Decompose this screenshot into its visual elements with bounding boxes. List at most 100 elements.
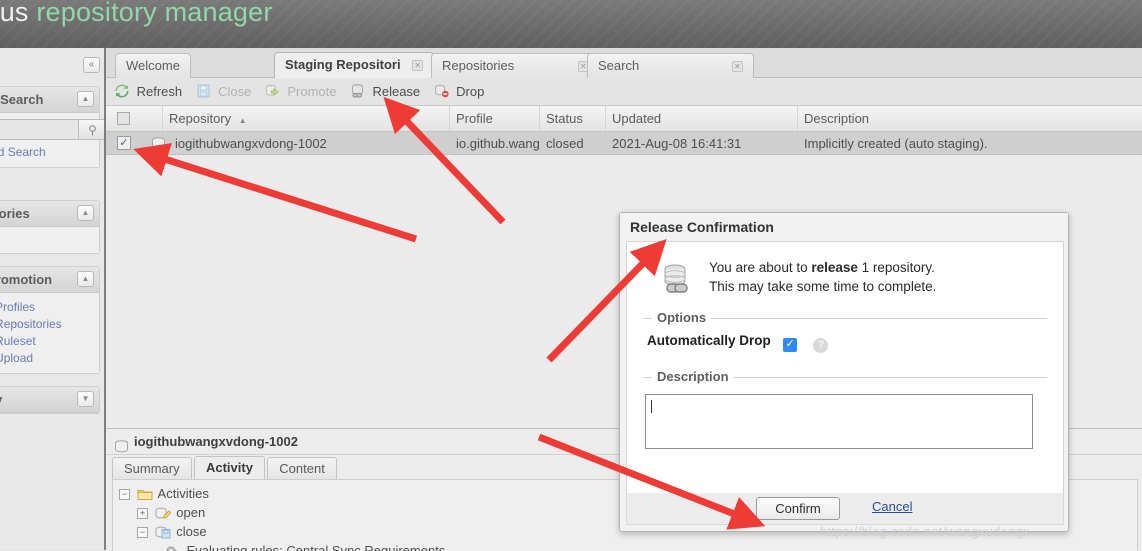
release-icon — [350, 83, 366, 99]
tab-activity[interactable]: Activity — [193, 456, 265, 480]
folder-icon — [137, 487, 153, 501]
cell-repository: iogithubwangxvdong-1002 — [175, 136, 327, 151]
sidebar-panel-body — [0, 227, 99, 253]
sidebar-panel-repositories: Repositories ▲ — [0, 200, 100, 254]
sidebar-panel-body: Staging Profiles Staging Repositories St… — [0, 293, 99, 373]
drop-label: Drop — [456, 84, 485, 99]
cancel-link[interactable]: Cancel — [872, 499, 912, 514]
dialog-message: You are about to release 1 repository. T… — [709, 258, 936, 296]
sidebar-panel-security: Security ▼ — [0, 386, 100, 414]
dialog-message-line1: You are about to release 1 repository. — [709, 258, 936, 277]
artifact-search-input[interactable] — [0, 119, 79, 140]
drop-button[interactable]: Drop — [434, 82, 490, 102]
grid-header-profile[interactable]: Profile — [450, 106, 540, 131]
cell-updated: 2021-Aug-08 16:41:31 — [612, 136, 742, 151]
expand-down-icon[interactable]: ▼ — [77, 391, 94, 407]
refresh-button[interactable]: Refresh — [114, 82, 187, 102]
tree-node-label: open — [176, 505, 206, 520]
cell-description: Implicitly created (auto staging). — [804, 136, 988, 151]
close-label: Close — [218, 84, 252, 99]
close-activity-icon — [155, 525, 171, 539]
tab-bar: Welcome Staging Repositori ✕ Repositorie… — [106, 48, 1142, 78]
dialog-footer: Confirm Cancel — [626, 493, 1064, 525]
detail-title-label: iogithubwangxvdong-1002 — [134, 434, 298, 449]
sidebar-item-staging-profiles[interactable]: Staging Profiles — [0, 299, 91, 316]
tab-welcome[interactable]: Welcome — [115, 53, 191, 78]
brand-prefix: xus — [0, 0, 29, 27]
sidebar-panel-body: ⚲ Advanced Search — [0, 113, 104, 167]
grid-header-status[interactable]: Status — [540, 106, 606, 131]
row-checkbox[interactable]: ✓ — [117, 136, 131, 150]
collapse-up-icon[interactable]: ▲ — [77, 91, 94, 107]
promote-button[interactable]: Promote — [265, 82, 342, 102]
sidebar-panel-title: Repositories — [0, 206, 30, 221]
grid-header-row: Repository ▲ Profile Status Updated Desc… — [106, 106, 1142, 132]
collapse-up-icon[interactable]: ▲ — [77, 205, 94, 221]
detail-tab-bar: Summary Activity Content — [112, 456, 337, 481]
collapse-up-icon[interactable]: ▲ — [77, 271, 94, 287]
sidebar-item-staging-repositories[interactable]: Staging Repositories — [0, 316, 91, 333]
refresh-icon — [114, 83, 130, 99]
app-brand: xus repository manager — [0, 0, 273, 28]
grid-header-select-all[interactable] — [106, 106, 163, 131]
sidebar-panel-header[interactable]: Build Promotion ▲ — [0, 267, 99, 293]
options-box: Automatically Drop ✓ ? — [643, 318, 1047, 365]
auto-drop-checkbox[interactable]: ✓ — [783, 338, 798, 352]
search-icon[interactable]: ⚲ — [79, 119, 104, 140]
description-textarea[interactable] — [645, 394, 1033, 449]
open-activity-icon — [155, 506, 172, 520]
grid-header-label: Repository — [169, 111, 232, 126]
sidebar-panel-build-promotion: Build Promotion ▲ Staging Profiles Stagi… — [0, 266, 100, 374]
close-icon[interactable]: ✕ — [731, 61, 743, 73]
release-button[interactable]: Release — [350, 82, 425, 102]
release-label: Release — [372, 84, 421, 99]
close-button[interactable]: Close — [196, 82, 257, 102]
drop-icon — [434, 83, 450, 99]
sidebar-panel-header[interactable]: Security ▼ — [0, 387, 99, 413]
promote-icon — [265, 83, 281, 99]
repository-icon — [114, 436, 129, 453]
sidebar-link-advanced-search[interactable]: Advanced Search — [0, 144, 91, 161]
text-caret — [651, 400, 652, 413]
grid-header-description[interactable]: Description — [798, 106, 1142, 131]
sort-asc-icon: ▲ — [238, 116, 247, 125]
tab-search[interactable]: Search ✕ — [587, 53, 754, 78]
auto-drop-label: Automatically Drop — [647, 333, 771, 348]
msg-post: 1 repository. — [857, 260, 935, 275]
tab-label: Staging Repositori — [285, 57, 401, 72]
table-row[interactable]: ✓ iogithubwangxvdong-1002 io.github.wang… — [106, 132, 1142, 155]
confirm-button[interactable]: Confirm — [756, 497, 840, 520]
msg-pre: You are about to — [709, 260, 812, 275]
sidebar-panel-title: Build Promotion — [0, 272, 53, 287]
sidebar-panel-header[interactable]: Repositories ▲ — [0, 201, 99, 227]
brand-suffix: repository manager — [36, 0, 273, 27]
sidebar-panel-title: Security — [0, 392, 2, 407]
expand-toggle-icon[interactable]: + — [137, 508, 148, 519]
description-legend: Description — [652, 369, 734, 384]
tab-staging-repositories[interactable]: Staging Repositori ✕ — [274, 52, 435, 78]
dialog-title: Release Confirmation — [620, 213, 1068, 241]
repository-icon — [151, 137, 166, 150]
collapse-toggle-icon[interactable]: − — [137, 527, 148, 538]
collapse-toggle-icon[interactable]: − — [119, 489, 130, 500]
sidebar-collapse-icon[interactable]: « — [83, 57, 100, 73]
sidebar-item-staging-ruleset[interactable]: Staging Ruleset — [0, 333, 91, 350]
grid-header-repository[interactable]: Repository ▲ — [163, 106, 450, 131]
grid-header-updated[interactable]: Updated — [606, 106, 798, 131]
sidebar: « Artifact Search ▲ ⚲ Advanced Search Re… — [0, 48, 104, 550]
cell-profile: io.github.wang… — [456, 136, 540, 151]
tab-summary[interactable]: Summary — [112, 457, 192, 480]
options-legend: Options — [652, 310, 712, 325]
tab-label: Repositories — [442, 58, 515, 73]
sidebar-item-staging-upload[interactable]: Staging Upload — [0, 350, 91, 367]
sidebar-panel-header[interactable]: Artifact Search ▲ — [0, 87, 99, 113]
select-all-checkbox[interactable] — [117, 112, 130, 125]
close-icon[interactable]: ✕ — [412, 60, 424, 72]
tab-repositories[interactable]: Repositories ✕ — [431, 53, 600, 78]
tree-node-label: close — [176, 524, 207, 539]
artifact-search-row: ⚲ — [0, 119, 104, 141]
close-repo-icon — [196, 83, 212, 99]
tab-content[interactable]: Content — [267, 457, 337, 480]
help-icon[interactable]: ? — [813, 338, 829, 353]
options-fieldset: Options Automatically Drop ✓ ? — [643, 310, 1047, 365]
